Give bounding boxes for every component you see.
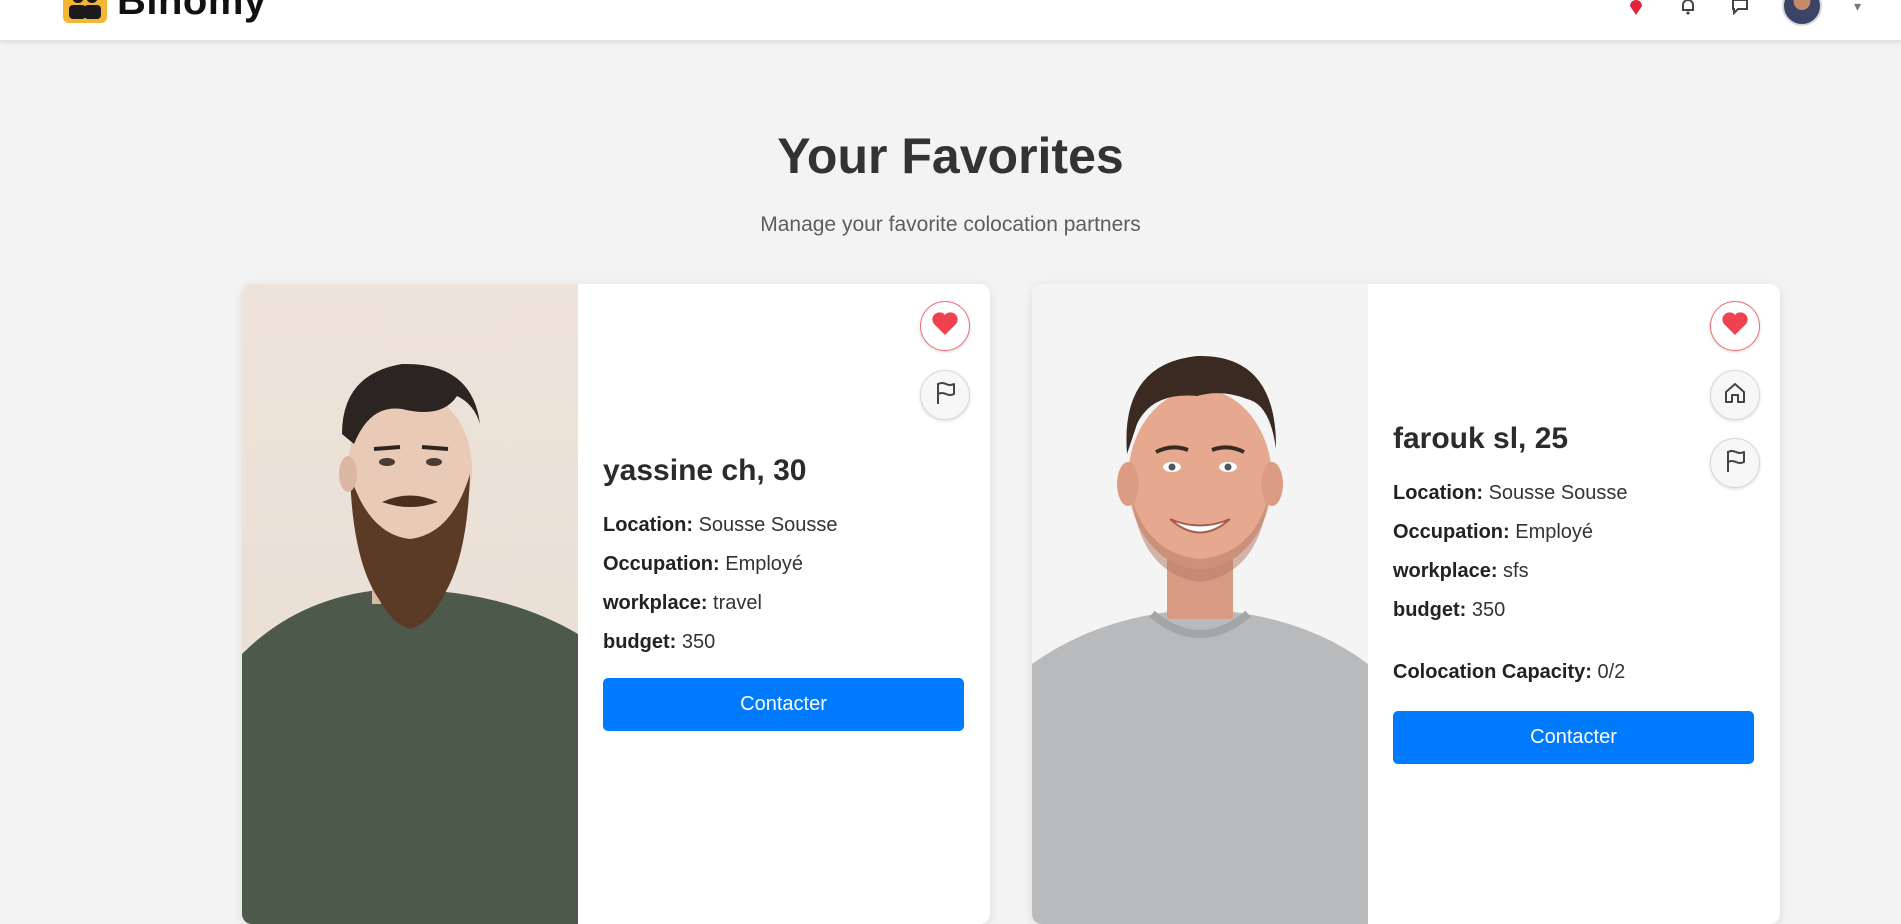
- location-label: Location:: [603, 514, 693, 536]
- location-row: Location: Sousse Sousse: [1393, 482, 1755, 504]
- workplace-value: travel: [713, 592, 762, 614]
- brand-logo-link[interactable]: Binomy: [63, 0, 267, 24]
- brand-logo-icon: [63, 0, 107, 23]
- location-label: Location:: [1393, 482, 1483, 504]
- location-value: Sousse Sousse: [1488, 482, 1628, 504]
- user-avatar[interactable]: [1781, 0, 1822, 26]
- workplace-row: workplace: travel: [603, 592, 965, 614]
- workplace-row: workplace: sfs: [1393, 560, 1755, 582]
- budget-row: budget: 350: [1393, 599, 1755, 621]
- contact-button[interactable]: Contacter: [603, 678, 964, 731]
- report-button[interactable]: [920, 370, 970, 420]
- home-button[interactable]: [1710, 370, 1760, 420]
- favorite-button[interactable]: [1710, 301, 1760, 351]
- page-title: Your Favorites: [777, 128, 1124, 184]
- heart-icon: [1721, 311, 1749, 342]
- budget-label: budget:: [603, 631, 677, 653]
- favorite-card: yassine ch, 30 Location: Sousse Sousse O…: [242, 284, 990, 924]
- notification-icon[interactable]: [1678, 0, 1698, 16]
- location-row: Location: Sousse Sousse: [603, 514, 965, 536]
- contact-button[interactable]: Contacter: [1393, 711, 1754, 764]
- workplace-value: sfs: [1503, 560, 1529, 582]
- occupation-row: Occupation: Employé: [1393, 521, 1755, 543]
- capacity-label: Colocation Capacity:: [1393, 661, 1592, 683]
- occupation-label: Occupation:: [1393, 521, 1510, 543]
- person-photo-bearded-man: [242, 284, 578, 924]
- page-subtitle: Manage your favorite colocation partners: [760, 213, 1141, 236]
- top-navbar: Binomy ▾: [0, 0, 1901, 41]
- budget-value: 350: [681, 631, 716, 653]
- chevron-down-icon[interactable]: ▾: [1854, 0, 1861, 15]
- workplace-label: workplace:: [603, 592, 708, 614]
- home-icon: [1722, 380, 1748, 411]
- capacity-value: 0/2: [1597, 661, 1626, 683]
- profile-name-age: farouk sl, 25: [1393, 422, 1569, 455]
- profile-name-age: yassine ch, 30: [603, 454, 807, 487]
- favorite-button[interactable]: [920, 301, 970, 351]
- occupation-row: Occupation: Employé: [603, 553, 965, 575]
- card-info: yassine ch, 30 Location: Sousse Sousse O…: [603, 454, 965, 731]
- occupation-label: Occupation:: [603, 553, 720, 575]
- favorite-card: farouk sl, 25 Location: Sousse Sousse Oc…: [1032, 284, 1780, 924]
- profile-photo: [1032, 284, 1368, 924]
- flag-icon: [932, 380, 958, 411]
- occupation-value: Employé: [1515, 521, 1594, 543]
- location-value: Sousse Sousse: [698, 514, 838, 536]
- brand-name: Binomy: [117, 0, 267, 23]
- person-photo-smiling-man: [1032, 284, 1368, 924]
- card-info: farouk sl, 25 Location: Sousse Sousse Oc…: [1393, 422, 1755, 764]
- budget-value: 350: [1471, 599, 1506, 621]
- budget-row: budget: 350: [603, 631, 965, 653]
- workplace-label: workplace:: [1393, 560, 1498, 582]
- location-pin-icon[interactable]: [1626, 0, 1646, 16]
- budget-label: budget:: [1393, 599, 1467, 621]
- heart-icon: [931, 311, 959, 342]
- occupation-value: Employé: [725, 553, 804, 575]
- message-icon[interactable]: [1730, 0, 1750, 16]
- capacity-row: Colocation Capacity: 0/2: [1393, 661, 1755, 683]
- profile-photo: [242, 284, 578, 924]
- nav-actions: ▾: [1626, 0, 1861, 26]
